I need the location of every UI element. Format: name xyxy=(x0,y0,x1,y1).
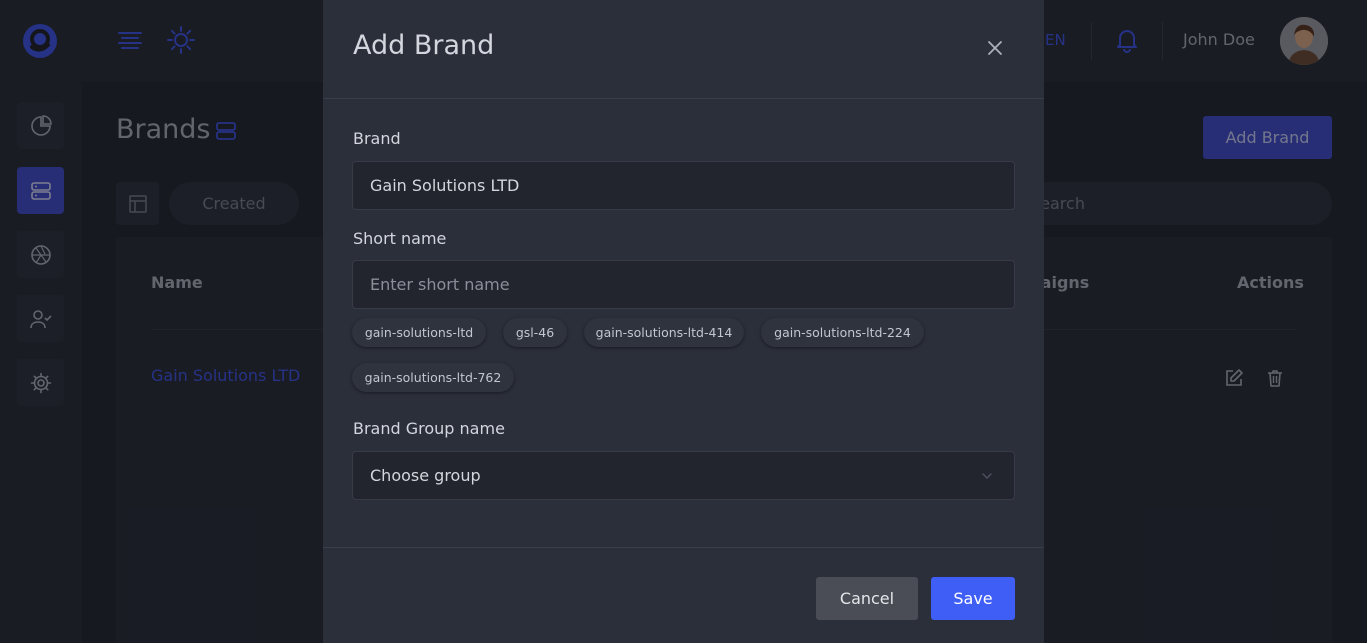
save-button[interactable]: Save xyxy=(931,577,1015,620)
brand-group-label: Brand Group name xyxy=(353,419,505,438)
brand-group-value: Choose group xyxy=(370,466,481,485)
modal-title: Add Brand xyxy=(353,30,495,61)
close-icon xyxy=(988,41,1002,55)
short-name-input[interactable] xyxy=(352,260,1015,309)
short-name-label: Short name xyxy=(353,229,447,248)
short-name-suggestion-chip[interactable]: gain-solutions-ltd-224 xyxy=(761,318,924,347)
close-button[interactable] xyxy=(984,37,1006,59)
short-name-suggestion-chip[interactable]: gsl-46 xyxy=(503,318,567,347)
short-name-suggestion-chip[interactable]: gain-solutions-ltd xyxy=(352,318,486,347)
short-name-suggestion-chip[interactable]: gain-solutions-ltd-762 xyxy=(352,363,514,392)
add-brand-modal: Add Brand Brand Short name gain-solution… xyxy=(323,0,1044,643)
brand-group-select[interactable]: Choose group xyxy=(352,451,1015,500)
brand-label: Brand xyxy=(353,129,401,148)
chevron-down-icon xyxy=(982,473,992,479)
short-name-suggestion-chip[interactable]: gain-solutions-ltd-414 xyxy=(584,318,744,347)
modal-header: Add Brand xyxy=(323,0,1044,99)
brand-input[interactable] xyxy=(352,161,1015,210)
cancel-button[interactable]: Cancel xyxy=(816,577,918,620)
